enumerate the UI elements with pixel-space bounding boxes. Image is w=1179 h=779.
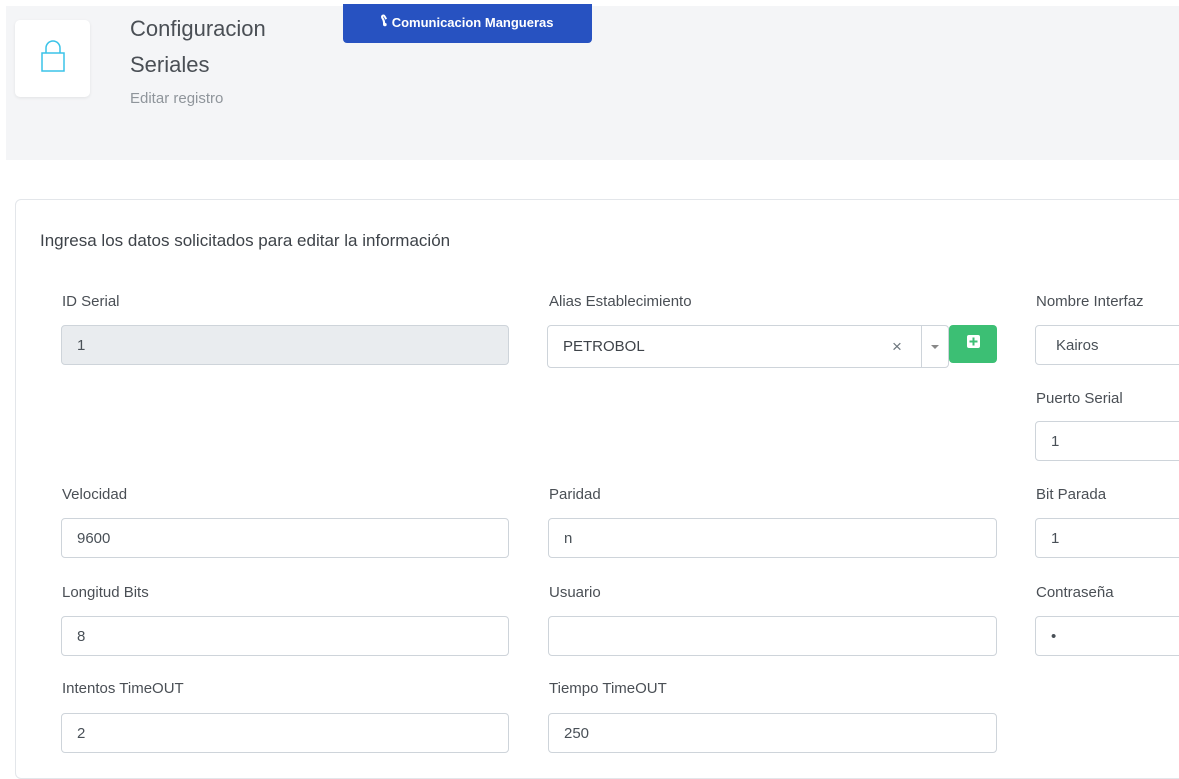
plus-square-icon xyxy=(966,335,980,353)
speed-field[interactable]: 9600 xyxy=(61,518,509,558)
bits-length-label: Longitud Bits xyxy=(62,584,149,601)
add-establishment-button[interactable] xyxy=(949,325,997,363)
page-icon-tile xyxy=(15,20,90,97)
form-instructions: Ingresa los datos solicitados para edita… xyxy=(40,231,451,250)
alias-select[interactable]: PETROBOL × xyxy=(547,325,949,368)
timeout-time-field[interactable]: 250 xyxy=(548,713,997,753)
alias-label: Alias Establecimiento xyxy=(549,293,692,310)
parity-label: Paridad xyxy=(549,486,601,503)
speed-label: Velocidad xyxy=(62,486,128,503)
lock-icon xyxy=(38,38,68,79)
stop-bit-label: Bit Parada xyxy=(1036,486,1107,503)
timeout-attempts-label: Intentos TimeOUT xyxy=(62,680,184,697)
page-subtitle: Editar registro xyxy=(130,90,224,107)
interface-select[interactable]: Kairos xyxy=(1035,325,1179,365)
dropdown-arrow-icon[interactable] xyxy=(922,344,948,350)
comunicacion-mangueras-label: Comunicacion Mangueras xyxy=(391,15,554,30)
parity-field[interactable]: n xyxy=(548,518,997,558)
interface-label: Nombre Interfaz xyxy=(1036,293,1144,310)
timeout-attempts-field[interactable]: 2 xyxy=(61,713,509,753)
stop-bit-field[interactable]: 1 xyxy=(1035,518,1179,558)
password-field[interactable]: • xyxy=(1035,616,1179,656)
id-serial-field: 1 xyxy=(61,325,509,365)
bits-length-field[interactable]: 8 xyxy=(61,616,509,656)
page-title: Configuracion Seriales xyxy=(130,16,266,77)
port-label: Puerto Serial xyxy=(1036,390,1123,407)
alias-selected-value: PETROBOL xyxy=(563,338,645,355)
timeout-time-label: Tiempo TimeOUT xyxy=(549,680,667,697)
password-label: Contraseña xyxy=(1036,584,1114,601)
user-field[interactable] xyxy=(548,616,997,656)
comunicacion-mangueras-button[interactable]: ໂ Comunicacion Mangueras xyxy=(343,4,592,43)
port-field[interactable]: 1 xyxy=(1035,421,1179,461)
hoses-icon: ໂ xyxy=(381,15,388,29)
id-serial-label: ID Serial xyxy=(62,293,120,310)
clear-selection-icon[interactable]: × xyxy=(887,337,907,357)
user-label: Usuario xyxy=(549,584,601,601)
